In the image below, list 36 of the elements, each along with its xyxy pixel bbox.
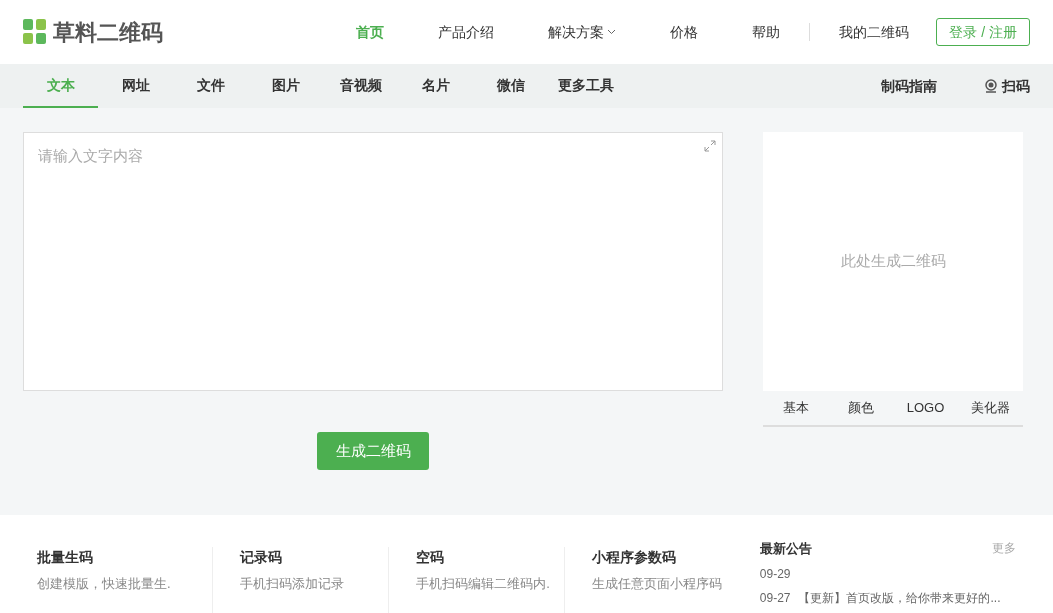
feature-title[interactable]: 记录码 (240, 547, 389, 568)
logo-text: 草料二维码 (53, 18, 163, 47)
guide-link[interactable]: 制码指南 (881, 64, 937, 108)
style-tab[interactable]: 基本 (763, 391, 828, 425)
tab[interactable]: 音视频 (323, 64, 398, 108)
tab[interactable]: 图片 (248, 64, 323, 108)
expand-icon[interactable] (704, 140, 716, 152)
announcement-date: 09-29 (759, 565, 791, 583)
style-tab[interactable]: 颜色 (828, 391, 893, 425)
feature-description: 创建模版，快速批量生. (37, 575, 172, 593)
feature-description: 生成任意页面小程序码 (592, 575, 723, 593)
nav-link[interactable]: 产品介绍 (438, 21, 495, 43)
tab[interactable]: 微信 (473, 64, 548, 108)
nav-link[interactable]: 帮助 (752, 21, 781, 43)
feature-title[interactable]: 空码 (416, 547, 564, 568)
my-codes-link[interactable]: 我的二维码 (839, 21, 910, 43)
nav-link[interactable]: 解决方案 (548, 21, 617, 43)
feature-description: 手机扫码添加记录 (240, 575, 346, 593)
feature-title[interactable]: 小程序参数码 (592, 547, 740, 568)
qr-preview-area: 此处生成二维码 (763, 132, 1023, 391)
tab[interactable]: 名片 (398, 64, 473, 108)
style-tab[interactable]: LOGO (893, 391, 958, 425)
tab[interactable]: 文件 (173, 64, 248, 108)
announcement-link[interactable]: 【更新】首页改版，给你带来更好的... (798, 588, 1001, 607)
style-tab[interactable]: 美化器 (958, 391, 1023, 425)
announcement-date: 09-27 (759, 589, 791, 607)
tab[interactable]: 更多工具 (548, 64, 623, 108)
announcements-title: 最新公告 (759, 540, 812, 558)
nav-link[interactable]: 价格 (670, 21, 699, 43)
scan-icon (984, 79, 998, 93)
text-editor[interactable]: 请输入文字内容 (23, 132, 723, 391)
feature-title[interactable]: 批量生码 (37, 547, 213, 568)
feature-description: 手机扫码编辑二维码内. (416, 575, 551, 593)
logo-icon (23, 19, 47, 45)
tab[interactable]: 网址 (98, 64, 173, 108)
scan-link[interactable]: 扫码 (984, 64, 1030, 108)
